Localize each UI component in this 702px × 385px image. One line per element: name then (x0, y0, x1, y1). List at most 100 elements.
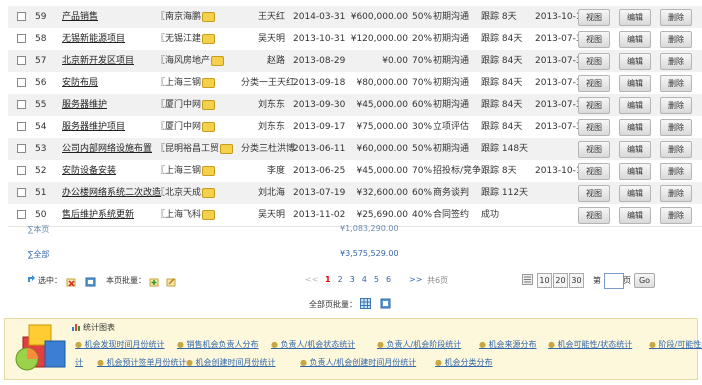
page-size-30[interactable]: 30 (569, 273, 584, 288)
edit-button[interactable]: 编辑 (619, 141, 651, 158)
delete-selected-icon[interactable] (66, 277, 77, 290)
page-number-link[interactable]: 5 (374, 275, 379, 284)
delete-button[interactable]: 删除 (660, 53, 692, 70)
page-number-link[interactable]: 6 (386, 275, 391, 284)
go-button[interactable]: Go (634, 273, 655, 288)
page-size-10[interactable]: 10 (537, 273, 552, 288)
expected-date-text: 2014-03-31 (293, 12, 346, 22)
stats-link[interactable]: ● 负责人/机会阶段统计 (377, 339, 461, 350)
view-button[interactable]: 视图 (578, 75, 610, 92)
folder-icon[interactable] (202, 77, 216, 88)
view-button[interactable]: 视图 (578, 141, 610, 158)
delete-button[interactable]: 删除 (660, 207, 692, 224)
edit-button[interactable]: 编辑 (619, 9, 651, 26)
edit-button[interactable]: 编辑 (619, 97, 651, 114)
stats-link[interactable]: ● 机会发现时间月份统计 (75, 339, 165, 350)
all-batch-export-icon[interactable] (380, 298, 391, 312)
row-checkbox[interactable] (17, 122, 26, 131)
stats-link[interactable]: ● 机会来源分布 (479, 339, 537, 350)
stats-link[interactable]: ● 机会预计签单月份统计 (97, 357, 187, 368)
delete-button[interactable]: 删除 (660, 75, 692, 92)
stats-link[interactable]: ● 负责人/机会创建时间月份统计 (300, 357, 416, 368)
view-button[interactable]: 视图 (578, 53, 610, 70)
opportunity-name-link[interactable]: 售后维护系统更新 (62, 204, 134, 226)
page-number-link[interactable]: 3 (350, 275, 355, 284)
edit-button[interactable]: 编辑 (619, 163, 651, 180)
view-button[interactable]: 视图 (578, 31, 610, 48)
page-number-link[interactable]: 2 (338, 275, 343, 284)
folder-icon[interactable] (202, 99, 216, 110)
next-page-link[interactable]: >> (409, 275, 422, 284)
delete-button[interactable]: 删除 (660, 97, 692, 114)
row-checkbox[interactable] (17, 166, 26, 175)
row-checkbox[interactable] (17, 12, 26, 21)
folder-icon[interactable] (202, 33, 216, 44)
opportunity-name-link[interactable]: 产品销售 (62, 6, 98, 28)
delete-button[interactable]: 删除 (660, 119, 692, 136)
row-checkbox[interactable] (17, 210, 26, 219)
row-id: 56 (35, 72, 46, 94)
opportunity-name-link[interactable]: 无锡新能源项目 (62, 28, 125, 50)
batch-edit-icon[interactable] (166, 277, 177, 290)
folder-icon[interactable] (202, 165, 216, 176)
folder-icon[interactable] (202, 11, 216, 22)
view-button[interactable]: 视图 (578, 163, 610, 180)
row-checkbox[interactable] (17, 188, 26, 197)
stats-link[interactable]: 计 (75, 357, 83, 368)
batch-add-icon[interactable] (149, 277, 160, 290)
edit-button-text: 编辑 (627, 57, 643, 66)
opportunity-name-link[interactable]: 服务器维护项目 (62, 116, 125, 138)
all-batch-grid-icon[interactable] (360, 298, 371, 312)
row-id-text: 58 (35, 34, 47, 44)
delete-button[interactable]: 删除 (660, 141, 692, 158)
folder-icon[interactable] (202, 187, 216, 198)
delete-button[interactable]: 删除 (660, 163, 692, 180)
table-row: 55 服务器维护 〖厦门中网 刘东东 2013-09-30 ¥45,000.00 60% 初期… (8, 94, 702, 117)
row-checkbox[interactable] (17, 78, 26, 87)
delete-button[interactable]: 删除 (660, 31, 692, 48)
row-checkbox[interactable] (17, 56, 26, 65)
view-button-text: 视图 (586, 167, 602, 176)
goto-page-input[interactable] (604, 273, 624, 289)
edit-button[interactable]: 编辑 (619, 185, 651, 202)
page-number-link[interactable]: 1 (325, 275, 331, 284)
opportunity-name-link[interactable]: 服务器维护 (62, 94, 107, 116)
edit-button[interactable]: 编辑 (619, 119, 651, 136)
stats-link-text: 负责人/机会状态统计 (280, 340, 356, 349)
stats-link[interactable]: ● 机会分类分布 (435, 357, 493, 368)
opportunity-name-link[interactable]: 安防设备安装 (62, 160, 116, 182)
view-button[interactable]: 视图 (578, 119, 610, 136)
row-checkbox[interactable] (17, 100, 26, 109)
stats-link[interactable]: ● 机会创建时间月份统计 (186, 357, 276, 368)
owner-name: 刘东东 (241, 116, 285, 138)
row-checkbox[interactable] (17, 144, 26, 153)
view-button[interactable]: 视图 (578, 185, 610, 202)
folder-icon[interactable] (220, 143, 234, 154)
opportunity-name-link[interactable]: 办公楼网络系统二次改造 (62, 182, 161, 204)
delete-button[interactable]: 删除 (660, 9, 692, 26)
view-button[interactable]: 视图 (578, 9, 610, 26)
edit-button[interactable]: 编辑 (619, 75, 651, 92)
folder-icon[interactable] (202, 209, 216, 220)
view-button[interactable]: 视图 (578, 97, 610, 114)
delete-button[interactable]: 删除 (660, 185, 692, 202)
prev-page-link[interactable]: << (305, 275, 318, 284)
edit-button[interactable]: 编辑 (619, 207, 651, 224)
follow-status: 跟踪 84天 (481, 28, 522, 50)
edit-button[interactable]: 编辑 (619, 53, 651, 70)
folder-icon[interactable] (211, 55, 225, 66)
stats-link[interactable]: ● 负责人/机会状态统计 (271, 339, 355, 350)
row-checkbox[interactable] (17, 34, 26, 43)
opportunity-name-link[interactable]: 公司内部网络设施布置 (62, 138, 152, 160)
stats-link[interactable]: ● 机会可能性/状态统计 (548, 339, 632, 350)
stats-link[interactable]: ● 销售机会负责人分布 (177, 339, 259, 350)
opportunity-name-link[interactable]: 北京新开发区项目 (62, 50, 134, 72)
view-button[interactable]: 视图 (578, 207, 610, 224)
opportunity-name-link[interactable]: 安防布局 (62, 72, 98, 94)
folder-icon[interactable] (202, 121, 216, 132)
page-number-link[interactable]: 4 (362, 275, 367, 284)
export-selected-icon[interactable] (85, 277, 96, 290)
page-size-20[interactable]: 20 (553, 273, 568, 288)
edit-button[interactable]: 编辑 (619, 31, 651, 48)
stats-link[interactable]: ● 阶段/可能性统 (649, 339, 702, 350)
